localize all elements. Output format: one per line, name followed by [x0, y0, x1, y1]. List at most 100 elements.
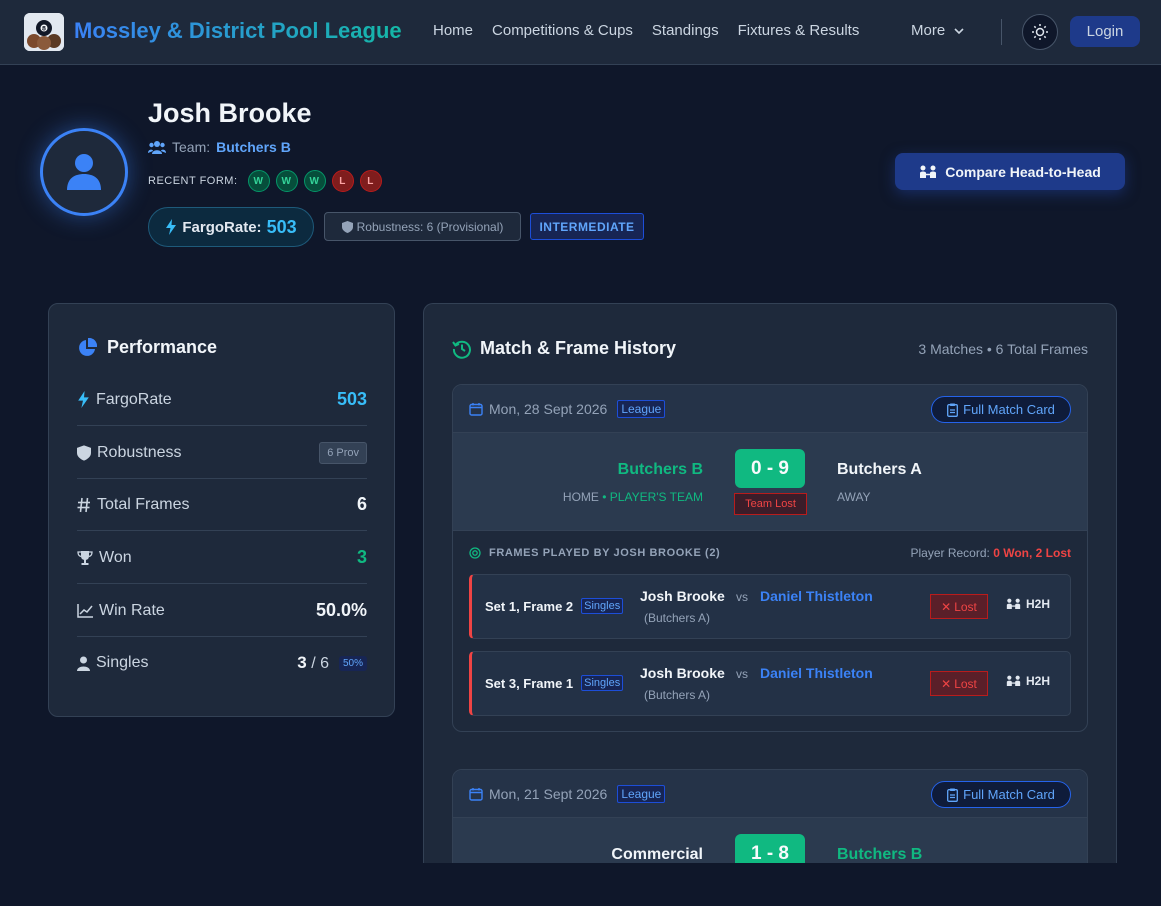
player-record-value: 0 Won, 2 Lost: [993, 546, 1071, 560]
frame-label: Set 1, Frame 2 Singles: [485, 598, 624, 614]
match-header: Mon, 28 Sept 2026 League Full Match Card: [453, 385, 1087, 433]
recent-form: RECENT FORM: W W W L L: [148, 170, 382, 192]
stat-row-won: Won 3: [77, 532, 367, 584]
frame-opponent-link[interactable]: Daniel Thistleton: [760, 588, 873, 604]
stat-label: FargoRate: [96, 390, 172, 408]
league-tag: League: [617, 785, 666, 803]
x-icon: ✕: [941, 599, 952, 614]
league-logo[interactable]: 8: [24, 13, 64, 51]
fargorate-label: FargoRate:: [182, 218, 262, 236]
avatar: [40, 128, 128, 216]
history-icon: [452, 340, 471, 359]
recent-form-label: RECENT FORM:: [148, 175, 238, 187]
stat-label: Robustness: [97, 443, 182, 461]
robustness-text: Robustness: 6 (Provisional): [356, 219, 504, 234]
target-icon: [469, 547, 481, 559]
calendar-icon: [469, 403, 483, 416]
team-link[interactable]: Butchers B: [216, 139, 291, 155]
hash-icon: [77, 497, 90, 512]
form-result: W: [303, 170, 326, 192]
pie-chart-icon: [79, 337, 97, 356]
stat-row-win-rate: Win Rate 50.0%: [77, 585, 367, 637]
nav-fixtures[interactable]: Fixtures & Results: [738, 22, 860, 39]
stat-row-total-frames: Total Frames 6: [77, 479, 367, 531]
frame-result-text: Lost: [954, 599, 977, 614]
player-record-label: Player Record:: [910, 546, 990, 560]
stat-label: Total Frames: [97, 495, 190, 513]
stat-value: 50.0%: [315, 600, 367, 620]
match-date: Mon, 28 Sept 2026 League: [469, 400, 666, 418]
trophy-icon: [77, 550, 93, 565]
h2h-button[interactable]: H2H: [1006, 674, 1050, 688]
players-team-tag: PLAYER'S TEAM: [609, 490, 703, 504]
nav-home[interactable]: Home: [433, 22, 473, 39]
full-match-card-button[interactable]: Full Match Card: [931, 781, 1071, 808]
performance-title: Performance: [77, 337, 217, 358]
stat-label: Won: [99, 548, 132, 566]
singles-won: 3: [297, 653, 307, 672]
match-date-text: Mon, 28 Sept 2026: [489, 401, 608, 417]
history-summary: 3 Matches • 6 Total Frames: [918, 341, 1088, 357]
frame-number: Set 3, Frame 1: [485, 675, 574, 691]
frame-player: Josh Brooke: [640, 588, 725, 604]
nav-competitions[interactable]: Competitions & Cups: [492, 22, 633, 39]
brand-title[interactable]: Mossley & District Pool League: [74, 18, 402, 44]
frame-row: Set 3, Frame 1 Singles Josh Brooke vs Da…: [469, 651, 1071, 716]
away-team-sub: AWAY: [837, 490, 871, 504]
h2h-label: H2H: [1026, 597, 1051, 611]
login-button[interactable]: Login: [1070, 16, 1140, 47]
users-icon: [148, 141, 166, 154]
h2h-button[interactable]: H2H: [1006, 597, 1050, 611]
theme-toggle-button[interactable]: [1022, 14, 1058, 50]
frame-type-tag: Singles: [581, 598, 624, 614]
nav-more[interactable]: More: [911, 22, 965, 39]
match-history-card: Match & Frame History 3 Matches • 6 Tota…: [423, 303, 1117, 863]
bolt-icon: [166, 219, 177, 235]
stat-value: 6 Prov: [319, 441, 367, 464]
match-date-text: Mon, 21 Sept 2026: [489, 786, 608, 802]
stat-row-robustness: Robustness 6 Prov: [77, 427, 367, 479]
compare-head-to-head-button[interactable]: Compare Head-to-Head: [895, 153, 1125, 190]
frame-result-text: Lost: [954, 676, 977, 691]
away-team-name[interactable]: Butchers A: [837, 461, 922, 479]
stat-label: Singles: [96, 654, 149, 671]
away-team-name[interactable]: Butchers B: [837, 846, 922, 863]
full-match-card-button[interactable]: Full Match Card: [931, 396, 1071, 423]
form-result: W: [275, 170, 298, 192]
performance-card: Performance FargoRate 503 Robustness 6 P…: [48, 303, 395, 717]
form-result: L: [331, 170, 354, 192]
shield-icon: [341, 220, 353, 233]
fargorate-value: 503: [266, 216, 297, 237]
team-line: Team: Butchers B: [148, 139, 291, 155]
svg-text:8: 8: [42, 26, 46, 33]
user-icon: [67, 154, 101, 190]
shield-icon: [77, 444, 91, 461]
frame-opponent-link[interactable]: Daniel Thistleton: [760, 665, 873, 681]
frame-result-badge: ✕ Lost: [930, 671, 988, 696]
match-score-panel: Butchers B HOME • PLAYER'S TEAM 0 - 9 Te…: [453, 433, 1087, 531]
frames-played-text: FRAMES PLAYED BY JOSH BROOKE (2): [489, 547, 721, 559]
chevron-down-icon: [954, 27, 964, 34]
stat-value: 3 / 6 50%: [297, 653, 367, 673]
chart-line-icon: [77, 603, 93, 618]
singles-percent: 50%: [338, 655, 367, 671]
home-team-sub: HOME • PLAYER'S TEAM: [562, 490, 703, 504]
form-result: W: [247, 170, 270, 192]
frame-vs: vs: [736, 667, 748, 681]
x-icon: ✕: [941, 676, 952, 691]
form-result: L: [359, 170, 382, 192]
match-card: Mon, 21 Sept 2026 League Full Match Card…: [452, 769, 1088, 863]
head-to-head-icon: [920, 165, 937, 178]
team-result-badge: Team Lost: [734, 493, 807, 515]
stat-value: 3: [356, 547, 367, 567]
stat-label: Win Rate: [99, 601, 165, 619]
match-card: Mon, 28 Sept 2026 League Full Match Card…: [452, 384, 1088, 732]
home-team-name[interactable]: Butchers B: [618, 461, 703, 479]
nav-divider: [1001, 19, 1002, 45]
clipboard-icon: [947, 403, 959, 417]
match-header: Mon, 21 Sept 2026 League Full Match Card: [453, 770, 1087, 818]
nav-standings[interactable]: Standings: [652, 22, 719, 39]
match-score: 0 - 9: [735, 449, 805, 488]
home-team-name[interactable]: Commercial: [611, 846, 703, 863]
league-tag: League: [617, 400, 666, 418]
